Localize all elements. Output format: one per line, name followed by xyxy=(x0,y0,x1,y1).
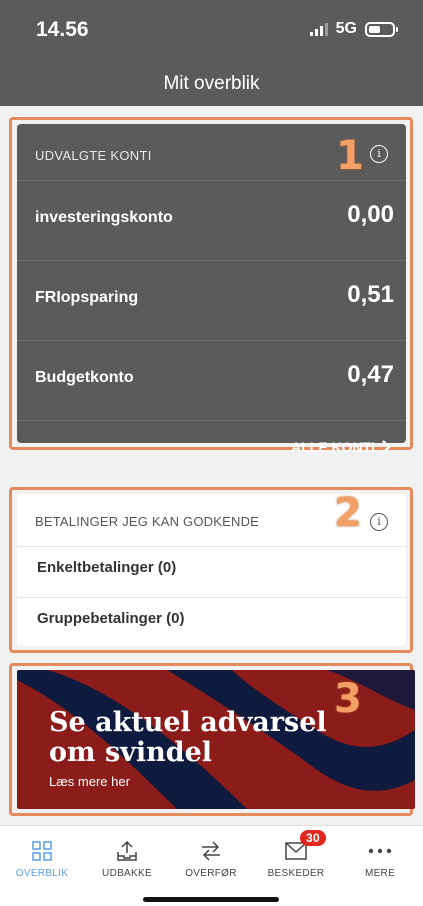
account-row[interactable]: Budgetkonto 0,47 xyxy=(17,340,406,421)
account-name: FRIopsparing xyxy=(35,289,139,306)
banner-title-line-2: om svindel xyxy=(49,737,213,768)
outbox-icon xyxy=(85,838,169,864)
network-label: 5G xyxy=(335,20,357,37)
transfer-icon xyxy=(169,838,253,864)
account-row[interactable]: FRIopsparing 0,51 xyxy=(17,260,406,341)
tab-overblik[interactable]: OVERBLIK xyxy=(0,838,84,879)
tab-overfor[interactable]: OVERFØR xyxy=(169,838,253,879)
account-name: investeringskonto xyxy=(35,209,173,226)
unread-badge: 30 xyxy=(300,830,326,846)
status-time: 14.56 xyxy=(36,18,89,41)
status-bar: 14.56 5G xyxy=(0,0,423,56)
tab-bar: OVERBLIK UDBAKKE OVERFØR 30 BESKEDER MER… xyxy=(0,825,423,906)
tab-label: OVERBLIK xyxy=(15,868,69,879)
banner-read-more[interactable]: Læs mere her xyxy=(49,774,130,789)
tab-label: UDBAKKE xyxy=(102,868,152,879)
banner-title-line-1: Se aktuel advarsel xyxy=(49,707,327,738)
all-accounts-link[interactable]: ALLE KONTI xyxy=(291,439,391,455)
page-title: Mit overblik xyxy=(163,73,260,94)
grid-icon xyxy=(0,838,84,864)
payment-row-group[interactable]: Gruppebetalinger (0) xyxy=(17,597,406,648)
chevron-right-icon xyxy=(382,440,391,454)
annotation-number-3: 3 xyxy=(334,676,362,722)
status-indicators: 5G xyxy=(309,20,398,38)
banner-title: Se aktuel advarsel om svindel xyxy=(49,708,349,768)
selected-accounts-title: UDVALGTE KONTI xyxy=(35,148,152,163)
tab-mere[interactable]: MERE xyxy=(338,838,422,879)
account-amount: 0,47 xyxy=(347,361,394,388)
info-icon[interactable]: i xyxy=(370,145,388,163)
annotation-number-1: 1 xyxy=(336,133,364,179)
tab-label: MERE xyxy=(364,868,396,879)
signal-icon xyxy=(309,22,328,36)
tab-label: BESKEDER xyxy=(267,868,325,879)
info-icon[interactable]: i xyxy=(370,513,388,531)
battery-icon xyxy=(365,21,398,37)
payment-label: Enkeltbetalinger (0) xyxy=(37,559,177,576)
tab-udbakke[interactable]: UDBAKKE xyxy=(85,838,169,879)
account-amount: 0,00 xyxy=(347,201,394,228)
annotation-number-2: 2 xyxy=(334,490,362,536)
home-indicator xyxy=(143,897,279,902)
more-icon xyxy=(338,838,422,864)
tab-label: OVERFØR xyxy=(185,868,237,879)
account-name: Budgetkonto xyxy=(35,369,134,386)
page-header: Mit overblik xyxy=(0,56,423,106)
account-row[interactable]: investeringskonto 0,00 xyxy=(17,180,406,261)
tab-beskeder[interactable]: 30 BESKEDER xyxy=(254,830,338,879)
mail-icon: 30 xyxy=(254,830,338,864)
payment-row-single[interactable]: Enkeltbetalinger (0) xyxy=(17,546,406,597)
payment-label: Gruppebetalinger (0) xyxy=(37,610,185,627)
all-accounts-label: ALLE KONTI xyxy=(291,439,375,455)
account-amount: 0,51 xyxy=(347,281,394,308)
payments-title: BETALINGER JEG KAN GODKENDE xyxy=(35,514,260,529)
